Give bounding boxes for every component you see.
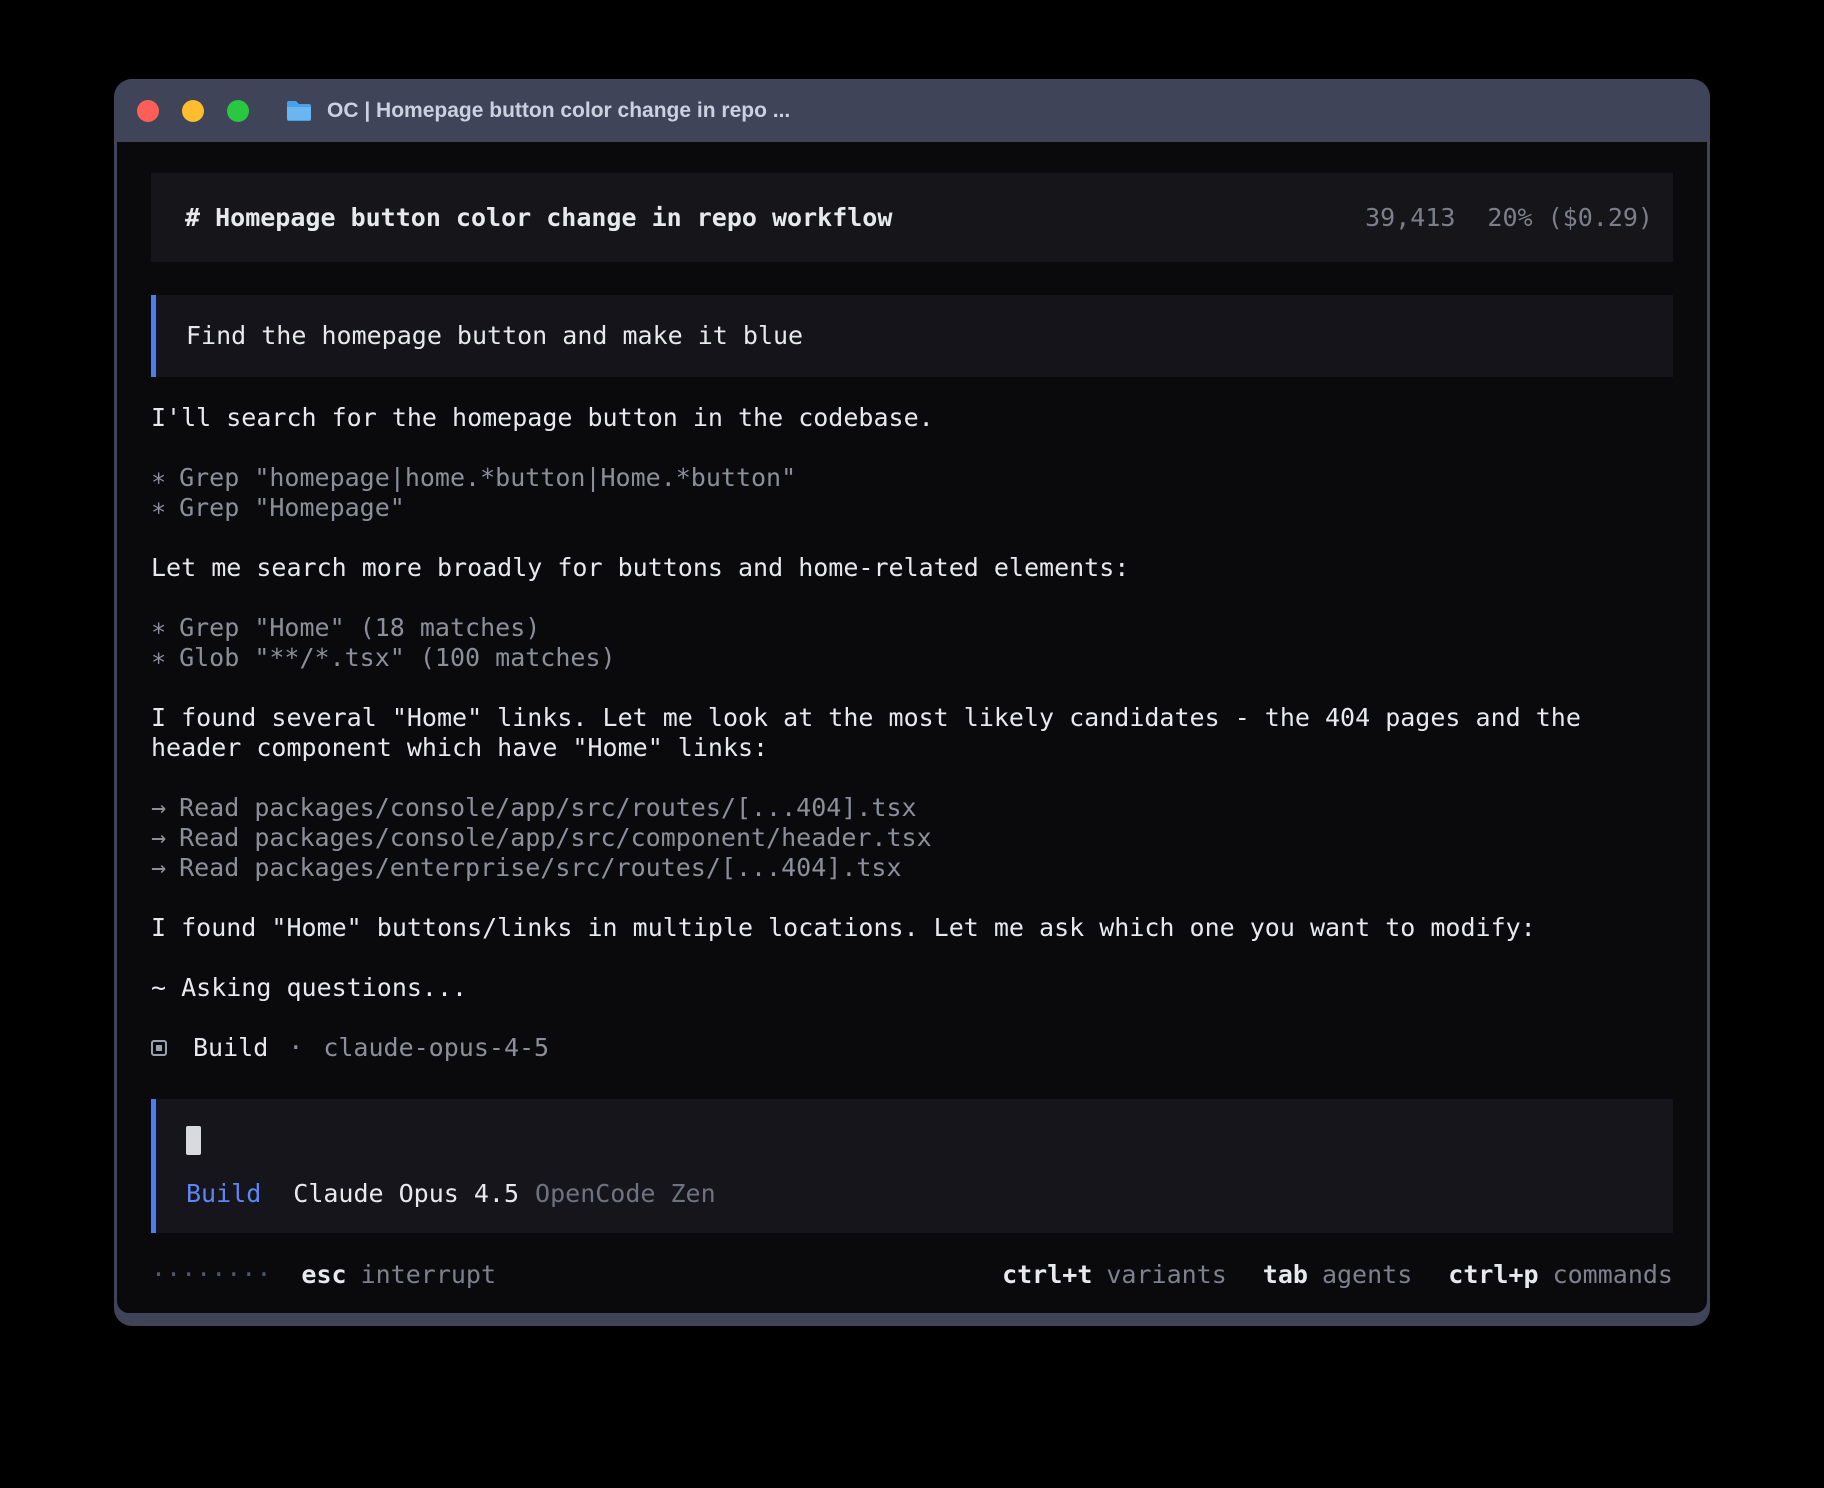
esc-key-label: esc (301, 1260, 346, 1290)
traffic-lights (137, 100, 249, 122)
assistant-paragraph: I'll search for the homepage button in t… (151, 403, 1673, 433)
assistant-paragraph: I found several "Home" links. Let me loo… (151, 703, 1673, 763)
tab-key-label: tab (1263, 1260, 1308, 1290)
asterisk-icon: ∗ (151, 613, 166, 643)
arrow-right-icon: → (151, 793, 166, 823)
separator-dot: · (288, 1033, 303, 1063)
close-button[interactable] (137, 100, 159, 122)
asterisk-icon: ∗ (151, 643, 166, 673)
spinner-dots-icon: ········ (151, 1260, 271, 1290)
tool-call-label: Grep "Home" (18 matches) (179, 613, 540, 642)
user-message-text: Find the homepage button and make it blu… (186, 321, 803, 351)
window-titlebar[interactable]: OC | Homepage button color change in rep… (117, 79, 1707, 142)
prompt-meta: Build Claude Opus 4.5 OpenCode Zen (186, 1179, 1643, 1209)
shortcut-variants: ctrl+t variants (1002, 1260, 1227, 1290)
shortcut-commands: ctrl+p commands (1448, 1260, 1673, 1290)
read-call-group: → Read packages/console/app/src/routes/[.… (151, 793, 1673, 883)
tool-call-group: ∗ Grep "Home" (18 matches) ∗ Glob "**/*.ts… (151, 613, 1673, 673)
read-call[interactable]: → Read packages/enterprise/src/routes/[..… (151, 853, 1673, 883)
statusbar-left: ········ esc interrupt (151, 1260, 496, 1290)
prompt-agent-label[interactable]: Build (186, 1179, 261, 1209)
text-cursor[interactable] (186, 1126, 201, 1155)
tool-call[interactable]: ∗ Grep "Homepage" (151, 493, 1673, 523)
tool-call[interactable]: ∗ Grep "Home" (18 matches) (151, 613, 1673, 643)
prompt-model-label[interactable]: Claude Opus 4.5 (293, 1179, 519, 1209)
folder-icon (285, 99, 313, 123)
assistant-paragraph: I found "Home" buttons/links in multiple… (151, 913, 1673, 943)
assistant-paragraph: Let me search more broadly for buttons a… (151, 553, 1673, 583)
prompt-provider-label: OpenCode Zen (535, 1179, 716, 1209)
status-bar: ········ esc interrupt ctrl+t variants t… (117, 1255, 1707, 1295)
variants-label: variants (1106, 1260, 1226, 1290)
conversation: I'll search for the homepage button in t… (151, 403, 1673, 1063)
agent-name: Build (193, 1033, 268, 1063)
read-call-label: Read packages/enterprise/src/routes/[...… (179, 853, 901, 882)
asterisk-icon: ∗ (151, 493, 166, 523)
tool-call-group: ∗ Grep "homepage|home.*button|Home.*butto… (151, 463, 1673, 523)
context-usage: 20% ($0.29) (1487, 203, 1653, 233)
read-call-label: Read packages/console/app/src/component/… (179, 823, 932, 852)
zoom-button[interactable] (227, 100, 249, 122)
tool-call-label: Grep "Homepage" (179, 493, 405, 522)
terminal-window: OC | Homepage button color change in rep… (114, 79, 1710, 1326)
session-stats: 39,413 20% ($0.29) (1365, 203, 1653, 233)
session-header: # Homepage button color change in repo w… (151, 173, 1673, 262)
tool-call-label: Glob "**/*.tsx" (100 matches) (179, 643, 616, 672)
agent-status-line: Build · claude-opus-4-5 (151, 1033, 1673, 1063)
arrow-right-icon: → (151, 823, 166, 853)
read-call-label: Read packages/console/app/src/routes/[..… (179, 793, 917, 822)
ctrl-p-key-label: ctrl+p (1448, 1260, 1538, 1290)
tool-call[interactable]: ∗ Grep "homepage|home.*button|Home.*butto… (151, 463, 1673, 493)
tool-call-label: Grep "homepage|home.*button|Home.*button… (179, 463, 796, 492)
agent-model: claude-opus-4-5 (323, 1033, 549, 1063)
agents-label: agents (1322, 1260, 1412, 1290)
interrupt-label: interrupt (361, 1260, 496, 1290)
statusbar-right: ctrl+t variants tab agents ctrl+p comman… (1002, 1260, 1673, 1290)
asterisk-icon: ∗ (151, 463, 166, 493)
session-title: # Homepage button color change in repo w… (185, 203, 892, 233)
working-status: ~ Asking questions... (151, 973, 1673, 1003)
window-title: OC | Homepage button color change in rep… (327, 99, 790, 123)
user-message: Find the homepage button and make it blu… (151, 295, 1673, 377)
interrupt-hint: esc interrupt (301, 1260, 496, 1290)
shortcut-agents: tab agents (1263, 1260, 1412, 1290)
token-count: 39,413 (1365, 203, 1455, 233)
prompt-input[interactable]: Build Claude Opus 4.5 OpenCode Zen (151, 1099, 1673, 1233)
read-call[interactable]: → Read packages/console/app/src/component… (151, 823, 1673, 853)
commands-label: commands (1553, 1260, 1673, 1290)
ctrl-t-key-label: ctrl+t (1002, 1260, 1092, 1290)
arrow-right-icon: → (151, 853, 166, 883)
minimize-button[interactable] (182, 100, 204, 122)
read-call[interactable]: → Read packages/console/app/src/routes/[.… (151, 793, 1673, 823)
tool-call[interactable]: ∗ Glob "**/*.tsx" (100 matches) (151, 643, 1673, 673)
terminal-content: # Homepage button color change in repo w… (117, 142, 1707, 1313)
agent-build-icon (151, 1040, 167, 1056)
